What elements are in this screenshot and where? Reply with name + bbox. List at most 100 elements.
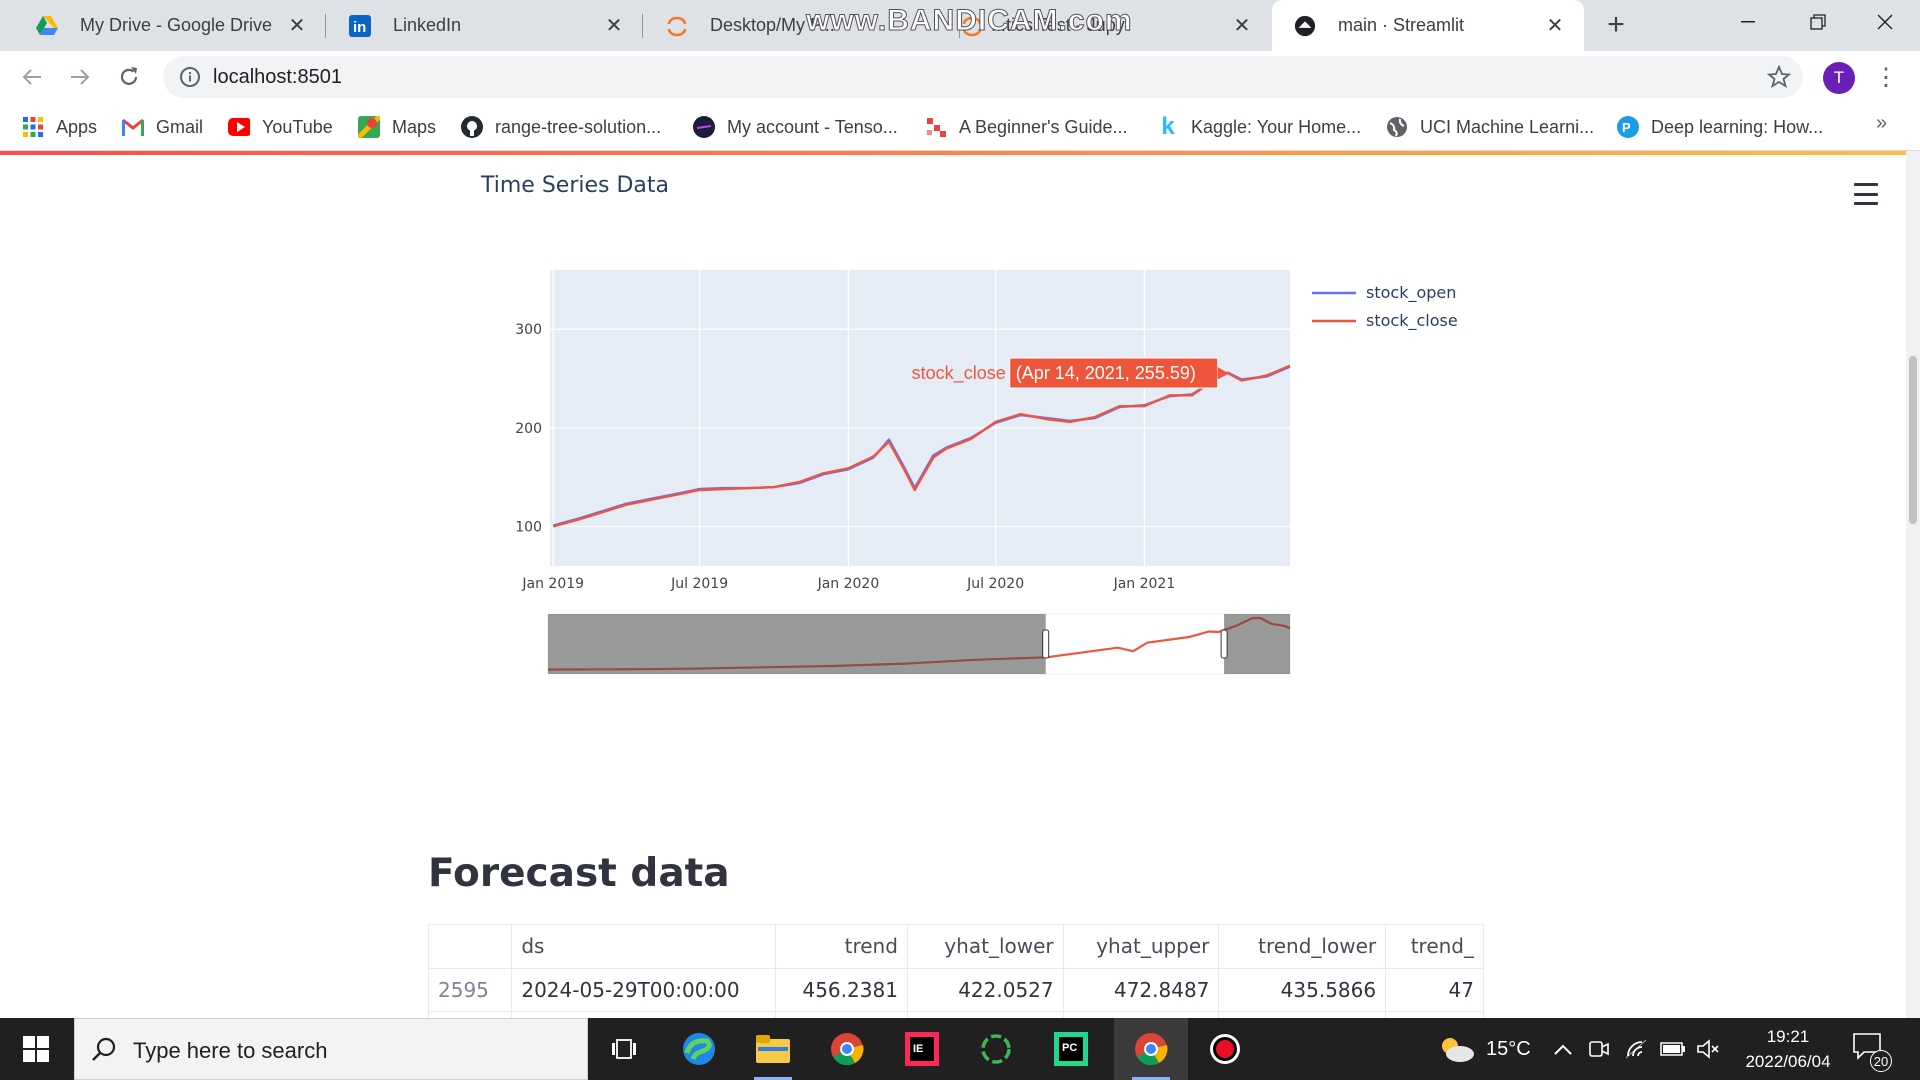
- file-explorer-icon[interactable]: [736, 1018, 810, 1080]
- chevron-up-icon: [1554, 1044, 1572, 1055]
- hamburger-menu-icon[interactable]: [1854, 183, 1878, 205]
- wifi-icon[interactable]: [1624, 1018, 1648, 1080]
- tensor-icon: [693, 116, 715, 138]
- search-icon: [91, 1036, 117, 1067]
- tab-linkedin[interactable]: in LinkedIn ✕: [327, 0, 643, 51]
- meet-now-icon[interactable]: [1588, 1018, 1610, 1080]
- bookmark-kaggle[interactable]: k Kaggle: Your Home...: [1157, 113, 1361, 141]
- address-bar[interactable]: localhost:8501: [163, 56, 1803, 98]
- minimize-button[interactable]: [1713, 0, 1783, 44]
- bookmark-tensor[interactable]: My account - Tenso...: [693, 113, 898, 141]
- chrome-icon[interactable]: [810, 1018, 884, 1080]
- bookmarks-overflow-button[interactable]: »: [1876, 112, 1887, 135]
- table-row[interactable]: 2595 2024-05-29T00:00:00 456.2381 422.05…: [429, 968, 1484, 1012]
- bookmark-gmail[interactable]: Gmail: [122, 113, 203, 141]
- bookmark-label: range-tree-solution...: [495, 116, 662, 137]
- column-header-trend[interactable]: trend: [775, 925, 908, 969]
- bookmark-uci[interactable]: UCI Machine Learni...: [1386, 113, 1594, 141]
- maps-icon: [358, 116, 380, 138]
- bandicam-watermark: www.BANDICAM.com: [806, 4, 1133, 38]
- show-hidden-icons[interactable]: [1553, 1018, 1573, 1080]
- more-menu-icon[interactable]: ⋮: [1874, 61, 1898, 93]
- pycharm-icon[interactable]: PC: [1034, 1018, 1108, 1080]
- gmail-icon: [122, 116, 144, 138]
- bookmark-github[interactable]: range-tree-solution...: [461, 113, 661, 141]
- range-slider-handle-right[interactable]: [1220, 629, 1228, 659]
- back-button[interactable]: [16, 61, 48, 93]
- close-window-button[interactable]: [1850, 0, 1920, 44]
- tab-separator: [642, 14, 643, 38]
- bookmark-guide[interactable]: A Beginner's Guide...: [925, 113, 1128, 141]
- bookmark-maps[interactable]: Maps: [358, 113, 436, 141]
- time-series-chart[interactable]: 100 200 300 Jan 2019 Jul 2019 Jan 2020 Jul 20…: [480, 246, 1470, 726]
- chart-title: Time Series Data: [481, 173, 670, 198]
- x-tick-label: Jan 2019: [521, 576, 584, 592]
- column-header-yhat-upper[interactable]: yhat_upper: [1063, 925, 1220, 969]
- bookmark-label: Apps: [56, 116, 98, 137]
- bookmark-apps[interactable]: Apps: [22, 113, 97, 141]
- svg-text:IE: IE: [913, 1043, 923, 1055]
- system-clock[interactable]: 19:21 2022/06/04: [1740, 1024, 1836, 1074]
- chrome-icon[interactable]: [1114, 1018, 1188, 1080]
- column-header-trend-lower[interactable]: trend_lower: [1218, 925, 1387, 969]
- close-icon[interactable]: ✕: [286, 15, 308, 37]
- windows-logo-icon: [23, 1036, 49, 1062]
- notification-center-button[interactable]: 20: [1852, 1032, 1892, 1072]
- range-slider-mask-right: [1224, 614, 1290, 674]
- close-icon[interactable]: ✕: [1231, 15, 1253, 37]
- browser-tab-strip: My Drive - Google Drive ✕ in LinkedIn ✕ …: [0, 0, 1920, 51]
- battery-icon[interactable]: [1660, 1018, 1686, 1080]
- intellij-icon[interactable]: IE: [885, 1018, 959, 1080]
- new-tab-button[interactable]: +: [1600, 10, 1632, 42]
- column-header-trend-upper[interactable]: trend_: [1385, 925, 1484, 969]
- bookmark-label: My account - Tenso...: [727, 116, 898, 137]
- restore-button[interactable]: [1783, 0, 1853, 44]
- close-window-icon: [1877, 14, 1893, 30]
- bookmark-star-icon[interactable]: [1766, 64, 1792, 94]
- close-icon[interactable]: ✕: [603, 15, 625, 37]
- legend-label-stock-close[interactable]: stock_close: [1366, 311, 1458, 331]
- weather-widget[interactable]: 15°C: [1436, 1018, 1531, 1080]
- bookmark-label: Deep learning: How...: [1651, 116, 1824, 137]
- table-row[interactable]: [429, 1011, 1484, 1018]
- range-slider-handle-left[interactable]: [1042, 629, 1050, 659]
- column-header-index[interactable]: [429, 925, 513, 969]
- edge-icon[interactable]: [662, 1018, 736, 1080]
- globe-icon: [1386, 116, 1408, 138]
- page-scrollbar[interactable]: [1906, 151, 1920, 1018]
- reload-button[interactable]: [113, 61, 145, 93]
- plot-area[interactable]: [550, 270, 1290, 566]
- forecast-table[interactable]: ds trend yhat_lower yhat_upper trend_low…: [428, 924, 1484, 1018]
- x-tick-label: Jul 2019: [670, 576, 728, 592]
- youtube-icon: [228, 116, 250, 138]
- taskbar-search-box[interactable]: Type here to search: [74, 1018, 588, 1080]
- tab-title: LinkedIn: [393, 15, 462, 35]
- hover-tooltip-text: (Apr 14, 2021, 255.59): [1016, 363, 1196, 383]
- bookmark-pyimagesearch[interactable]: P Deep learning: How...: [1617, 113, 1823, 141]
- scrollbar-thumb[interactable]: [1909, 356, 1917, 524]
- x-tick-label: Jan 2020: [817, 576, 880, 592]
- start-button[interactable]: [0, 1018, 72, 1080]
- profile-avatar[interactable]: T: [1823, 62, 1855, 94]
- tab-google-drive[interactable]: My Drive - Google Drive ✕: [14, 0, 326, 51]
- table-cell-yhat-lower: 422.0527: [907, 968, 1064, 1012]
- column-header-yhat-lower[interactable]: yhat_lower: [907, 925, 1064, 969]
- cortana-icon[interactable]: [959, 1018, 1033, 1080]
- table-cell-trend-lower: 435.5866: [1218, 968, 1387, 1012]
- column-header-ds[interactable]: ds: [511, 925, 777, 969]
- hover-series-name: stock_close: [912, 363, 1006, 384]
- tab-streamlit[interactable]: main · Streamlit ✕: [1272, 0, 1584, 51]
- close-icon[interactable]: ✕: [1544, 15, 1566, 37]
- apps-grid-icon: [22, 116, 44, 138]
- y-tick-label: 200: [515, 421, 542, 437]
- bookmark-youtube[interactable]: YouTube: [228, 113, 333, 141]
- svg-text:PC: PC: [1062, 1042, 1077, 1054]
- bandicam-record-icon[interactable]: [1188, 1018, 1262, 1080]
- volume-muted-icon[interactable]: [1696, 1018, 1720, 1080]
- legend-label-stock-open[interactable]: stock_open: [1366, 283, 1456, 303]
- y-tick-label: 300: [515, 322, 542, 338]
- site-info-icon[interactable]: [179, 66, 201, 93]
- linkedin-icon: in: [349, 14, 371, 37]
- task-view-icon[interactable]: [587, 1018, 661, 1080]
- forward-button[interactable]: [64, 61, 96, 93]
